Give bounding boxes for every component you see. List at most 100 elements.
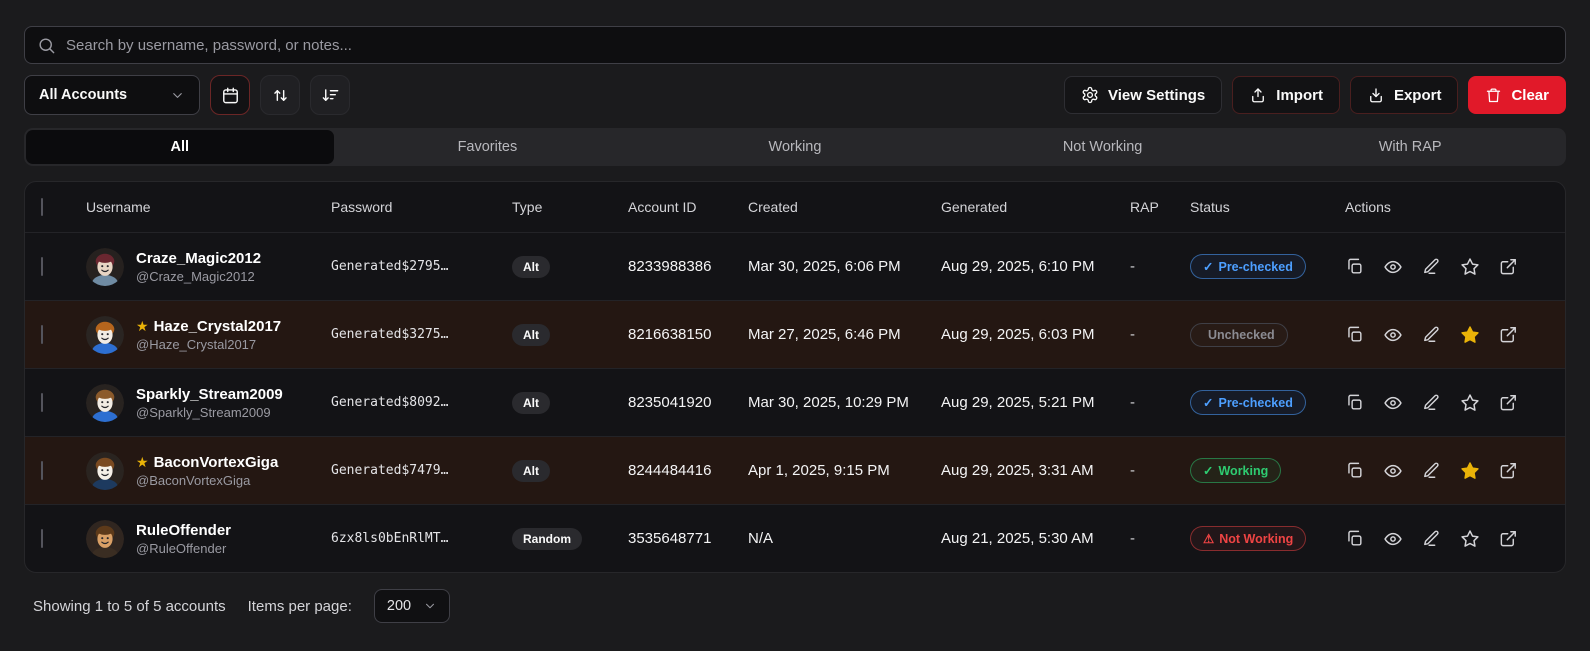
row-checkbox[interactable] [41, 528, 43, 548]
items-per-page-select[interactable]: 200 [373, 589, 451, 623]
username-cell: ★ Craze_Magic2012 @Craze_Magic2012 [86, 247, 331, 286]
edit-icon[interactable] [1422, 257, 1441, 276]
tab-with-rap[interactable]: With RAP [1256, 130, 1564, 164]
password-text: 6zx8ls0bEnRlMT… [331, 531, 449, 546]
status-badge: ✓ Pre-checked [1190, 254, 1306, 279]
external-link-icon[interactable] [1499, 461, 1518, 480]
username-handle: @Haze_Crystal2017 [136, 336, 257, 352]
status-icon: ✓ [1203, 396, 1214, 410]
tab-working[interactable]: Working [641, 130, 949, 164]
star-icon[interactable] [1460, 529, 1480, 549]
select-all-checkbox[interactable] [41, 198, 43, 216]
star-icon[interactable] [1460, 461, 1480, 481]
tab-all[interactable]: All [26, 130, 334, 164]
copy-icon[interactable] [1345, 529, 1364, 548]
sort-direction-button[interactable] [260, 75, 300, 115]
copy-icon[interactable] [1345, 325, 1364, 344]
edit-icon[interactable] [1422, 393, 1441, 412]
username-handle: @BaconVortexGiga [136, 472, 251, 488]
type-badge: Alt [512, 255, 550, 278]
eye-icon[interactable] [1383, 325, 1403, 345]
tab-not-working[interactable]: Not Working [949, 130, 1257, 164]
edit-icon[interactable] [1422, 461, 1441, 480]
copy-icon[interactable] [1345, 257, 1364, 276]
row-checkbox[interactable] [41, 392, 43, 412]
col-status: Status [1190, 199, 1230, 215]
account-id-text: 8233988386 [628, 258, 712, 275]
eye-icon[interactable] [1383, 257, 1403, 277]
col-account-id: Account ID [628, 199, 697, 215]
row-checkbox[interactable] [41, 324, 43, 344]
account-id-text: 8235041920 [628, 394, 712, 411]
star-icon[interactable] [1460, 325, 1480, 345]
chevron-down-icon [170, 88, 185, 103]
showing-count-text: Showing 1 to 5 of 5 accounts [33, 597, 226, 615]
row-actions [1337, 529, 1549, 549]
created-text: Mar 30, 2025, 6:06 PM [748, 258, 901, 275]
table-row: ★ Craze_Magic2012 @Craze_Magic2012 Gener… [25, 232, 1565, 300]
avatar [86, 315, 124, 354]
account-filter-value: All Accounts [39, 87, 128, 103]
col-actions: Actions [1345, 199, 1391, 215]
username-text: RuleOffender [136, 521, 232, 539]
row-checkbox[interactable] [41, 256, 43, 276]
sort-order-button[interactable] [310, 75, 350, 115]
star-icon[interactable] [1460, 257, 1480, 277]
search-input[interactable] [66, 36, 1553, 54]
external-link-icon[interactable] [1499, 325, 1518, 344]
copy-icon[interactable] [1345, 393, 1364, 412]
password-text: Generated$7479… [331, 463, 449, 478]
clear-button[interactable]: Clear [1468, 76, 1566, 114]
generated-text: Aug 21, 2025, 5:30 AM [941, 530, 1094, 547]
username-handle: @Sparkly_Stream2009 [136, 404, 271, 420]
edit-icon[interactable] [1422, 325, 1441, 344]
rap-text: - [1130, 530, 1135, 547]
search-bar [24, 26, 1566, 64]
star-icon[interactable] [1460, 393, 1480, 413]
username-handle: @RuleOffender [136, 540, 227, 556]
status-filter-tabs: All Favorites Working Not Working With R… [24, 128, 1566, 166]
external-link-icon[interactable] [1499, 257, 1518, 276]
avatar [86, 383, 124, 422]
username-text: Sparkly_Stream2009 [136, 385, 283, 403]
status-icon: ⚠ [1203, 532, 1215, 546]
external-link-icon[interactable] [1499, 529, 1518, 548]
sort-descending-icon [321, 86, 340, 105]
account-manager-page: All Accounts [0, 0, 1590, 623]
export-button[interactable]: Export [1349, 76, 1459, 114]
account-filter-dropdown[interactable]: All Accounts [24, 75, 200, 115]
username-cell: ★ RuleOffender @RuleOffender [86, 519, 331, 558]
row-checkbox[interactable] [41, 460, 43, 480]
copy-icon[interactable] [1345, 461, 1364, 480]
date-filter-button[interactable] [210, 75, 250, 115]
clear-label: Clear [1511, 86, 1549, 104]
row-actions [1337, 393, 1549, 413]
username-cell: ★ Haze_Crystal2017 @Haze_Crystal2017 [86, 315, 331, 354]
status-label: Working [1218, 463, 1269, 478]
eye-icon[interactable] [1383, 393, 1403, 413]
username-cell: ★ Sparkly_Stream2009 @Sparkly_Stream2009 [86, 383, 331, 422]
avatar [86, 519, 124, 558]
table-header-row: Username Password Type Account ID Create… [25, 182, 1565, 232]
edit-icon[interactable] [1422, 529, 1441, 548]
pagination-footer: Showing 1 to 5 of 5 accounts Items per p… [24, 589, 1566, 623]
status-label: Not Working [1219, 531, 1294, 546]
import-button[interactable]: Import [1232, 76, 1340, 114]
view-settings-button[interactable]: View Settings [1064, 76, 1223, 114]
status-badge: Unchecked [1190, 323, 1288, 347]
type-badge: Alt [512, 323, 550, 346]
generated-text: Aug 29, 2025, 6:03 PM [941, 326, 1095, 343]
username-text: Craze_Magic2012 [136, 249, 262, 267]
tab-favorites[interactable]: Favorites [334, 130, 642, 164]
items-per-page-value: 200 [386, 598, 412, 614]
items-per-page-label: Items per page: [247, 597, 352, 615]
created-text: Mar 27, 2025, 6:46 PM [748, 326, 901, 343]
table-row: ★ Sparkly_Stream2009 @Sparkly_Stream2009… [25, 368, 1565, 436]
avatar [86, 247, 124, 286]
eye-icon[interactable] [1383, 529, 1403, 549]
eye-icon[interactable] [1383, 461, 1403, 481]
generated-text: Aug 29, 2025, 3:31 AM [941, 462, 1094, 479]
external-link-icon[interactable] [1499, 393, 1518, 412]
username-handle: @Craze_Magic2012 [136, 268, 255, 284]
favorite-star-icon: ★ [136, 454, 149, 470]
